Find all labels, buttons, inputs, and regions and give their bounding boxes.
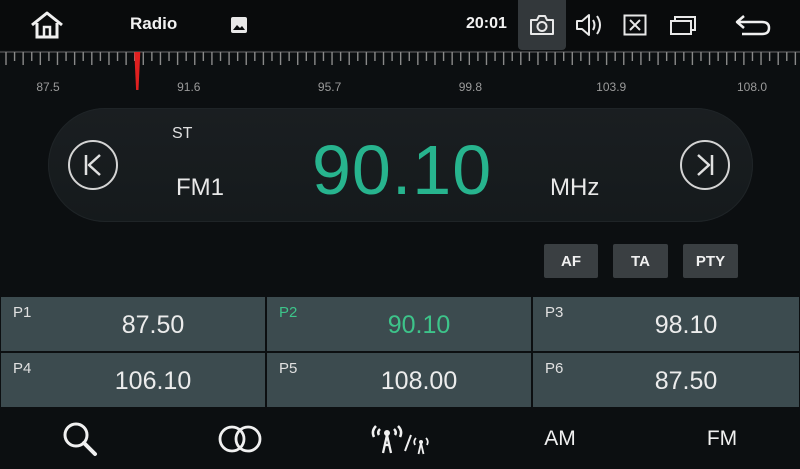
am-band-button[interactable]: AM <box>530 409 590 469</box>
preset-frequency: 106.10 <box>114 367 192 395</box>
camera-icon <box>530 15 554 35</box>
preset-p3[interactable]: P3 98.10 <box>533 297 799 353</box>
scale-label: 103.9 <box>596 80 627 94</box>
status-bar: Radio 20:01 <box>0 0 800 50</box>
gallery-icon <box>231 17 247 33</box>
clock: 20:01 <box>466 15 507 32</box>
recent-apps-button[interactable] <box>668 13 698 37</box>
seek-up-button[interactable] <box>680 140 730 190</box>
scale-label: 99.8 <box>458 80 483 94</box>
pty-button[interactable]: PTY <box>683 244 738 278</box>
preset-p6[interactable]: P6 87.50 <box>533 353 799 409</box>
frequency-marker[interactable] <box>134 52 141 90</box>
back-icon <box>735 15 771 36</box>
skip-previous-icon <box>84 154 101 176</box>
preset-frequency: 87.50 <box>121 311 185 339</box>
close-window-icon <box>623 14 647 36</box>
frequency-unit: MHz <box>550 174 600 201</box>
scale-label: 108.0 <box>736 80 768 94</box>
preset-p1[interactable]: P1 87.50 <box>1 297 267 353</box>
preset-p2[interactable]: P2 90.10 <box>267 297 533 353</box>
band-label: FM1 <box>176 174 224 201</box>
stereo-mono-button[interactable] <box>208 409 272 469</box>
af-button[interactable]: AF <box>544 244 598 278</box>
fm-band-button[interactable]: FM <box>692 409 752 469</box>
app-title: Radio <box>130 14 178 33</box>
seek-down-button[interactable] <box>68 140 118 190</box>
preset-grid: P1 87.50 P2 90.10 P3 98.10 P4 106.10 P5 … <box>1 297 799 409</box>
local-distance-icon <box>371 425 429 455</box>
preset-p5[interactable]: P5 108.00 <box>267 353 533 409</box>
stereo-icon <box>218 425 262 453</box>
scale-label: 91.6 <box>177 80 201 94</box>
back-button[interactable] <box>733 12 773 38</box>
tuning-scale[interactable]: 87.5 91.6 95.7 99.8 103.9 108.0 <box>0 50 800 100</box>
scale-label: 95.7 <box>317 80 342 94</box>
search-icon <box>63 422 97 456</box>
preset-frequency: 108.00 <box>380 367 458 395</box>
current-frequency: 90.10 <box>312 131 493 209</box>
preset-frequency: 98.10 <box>654 311 718 339</box>
home-icon <box>31 11 63 39</box>
preset-frequency: 90.10 <box>387 311 451 339</box>
home-button[interactable] <box>28 10 66 40</box>
local-distance-button[interactable] <box>362 409 438 469</box>
scan-button[interactable] <box>52 409 108 469</box>
preset-p4[interactable]: P4 106.10 <box>1 353 267 409</box>
gallery-button[interactable] <box>229 15 249 35</box>
multi-window-icon <box>670 16 696 35</box>
volume-icon <box>576 14 601 36</box>
skip-next-icon <box>697 154 714 176</box>
close-app-button[interactable] <box>622 13 648 37</box>
bottom-nav: AM FM <box>0 409 800 469</box>
scale-label: 87.5 <box>36 80 60 94</box>
screenshot-button[interactable] <box>518 0 566 50</box>
tuner-display: ST FM1 90.10 MHz <box>48 108 753 222</box>
volume-button[interactable] <box>574 12 604 38</box>
scale-ticks <box>0 51 800 90</box>
ta-button[interactable]: TA <box>613 244 668 278</box>
stereo-indicator: ST <box>172 125 193 142</box>
preset-frequency: 87.50 <box>654 367 718 395</box>
